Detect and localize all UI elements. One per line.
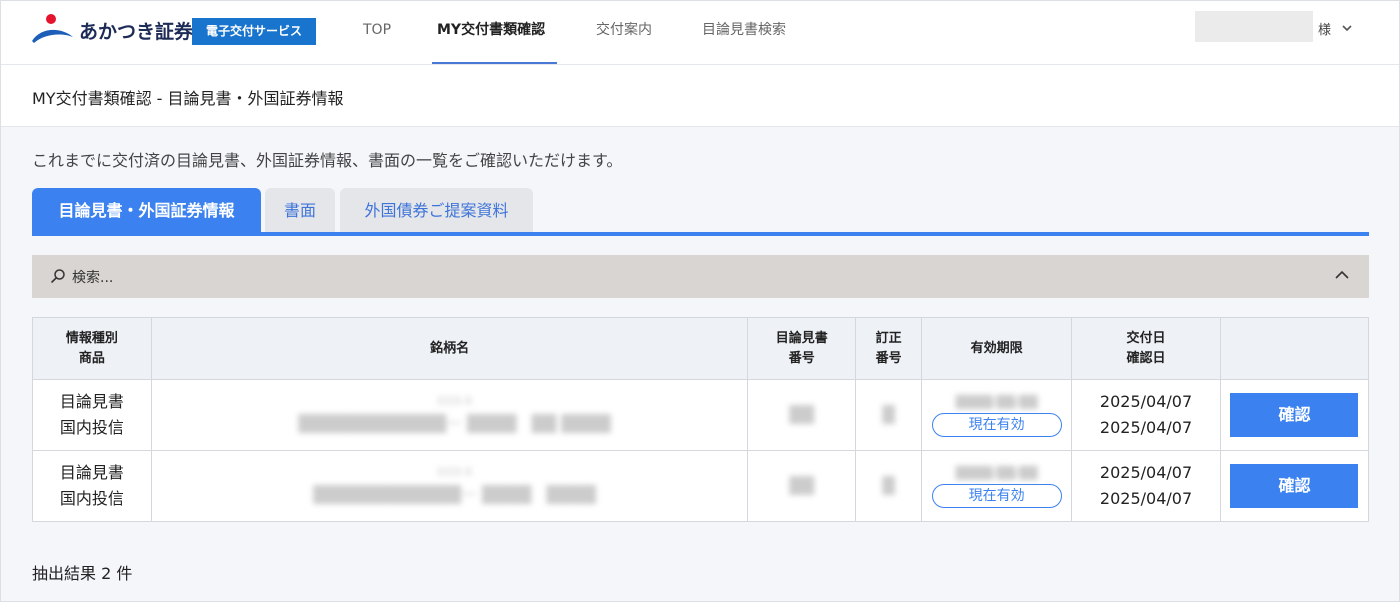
search-label: 検索... bbox=[72, 270, 114, 286]
header-revision-number: 訂正 番号 bbox=[855, 317, 923, 380]
cell-info-type: 目論見書 国内投信 bbox=[32, 450, 152, 522]
brand-name: あかつき証券 bbox=[79, 21, 194, 43]
cell-revision-number-redacted: █ bbox=[855, 450, 923, 522]
search-panel-toggle[interactable]: 検索... bbox=[32, 255, 1369, 298]
tab-foreign-bond-proposals[interactable]: 外国債券ご提案資料 bbox=[340, 188, 533, 233]
user-honorific: 様 bbox=[1318, 23, 1332, 38]
header-name: 銘柄名 bbox=[150, 317, 749, 380]
tab-documents[interactable]: 書面 bbox=[265, 188, 335, 233]
header-validity: 有効期限 bbox=[921, 317, 1073, 380]
cell-dates: 2025/04/07 2025/04/07 bbox=[1071, 379, 1221, 451]
cell-name-redacted: XXX-X ████████████ー ████ ██ ████ bbox=[150, 379, 749, 451]
page: あかつき証券 電子交付サービス TOP MY交付書類確認 交付案内 目論見書検索… bbox=[0, 0, 1400, 602]
cell-action: 確認 bbox=[1219, 450, 1370, 522]
confirm-button[interactable]: 確認 bbox=[1230, 464, 1359, 508]
results-table: 情報種別 商品 銘柄名 目論見書 番号 訂正 番号 有効期限 交付日 確認日 目論見書国… bbox=[32, 317, 1370, 522]
cell-action: 確認 bbox=[1219, 379, 1370, 451]
nav-prospectus-search[interactable]: 目論見書検索 bbox=[702, 1, 786, 65]
search-icon bbox=[51, 269, 65, 283]
page-intro: これまでに交付済の目論見書、外国証券情報、書面の一覧をご確認いただけます。 bbox=[32, 151, 623, 170]
nav-delivery-guide[interactable]: 交付案内 bbox=[596, 1, 652, 65]
header-info-type: 情報種別 商品 bbox=[32, 317, 152, 380]
service-badge: 電子交付サービス bbox=[192, 18, 316, 45]
cell-name-redacted: XXX-X ████████████ー ████ ████ bbox=[150, 450, 749, 522]
table-header-row: 情報種別 商品 銘柄名 目論見書 番号 訂正 番号 有効期限 交付日 確認日 bbox=[32, 317, 1370, 380]
table-row: 目論見書 国内投信 XXX-X ████████████ー ████ ████ █… bbox=[32, 450, 1370, 522]
page-title-bar: MY交付書類確認 - 目論見書・外国証券情報 bbox=[1, 65, 1399, 127]
chevron-down-icon[interactable] bbox=[1341, 23, 1353, 33]
page-title: MY交付書類確認 - 目論見書・外国証券情報 bbox=[32, 89, 344, 108]
header-dates: 交付日 確認日 bbox=[1071, 317, 1221, 380]
brand-emblem-icon bbox=[32, 14, 73, 43]
cell-dates: 2025/04/07 2025/04/07 bbox=[1071, 450, 1221, 522]
brand-logo[interactable]: あかつき証券 bbox=[31, 13, 194, 47]
status-badge: 現在有効 bbox=[931, 484, 1062, 508]
cell-revision-number-redacted: █ bbox=[855, 379, 923, 451]
chevron-up-icon[interactable] bbox=[1334, 269, 1350, 281]
header-action bbox=[1219, 317, 1370, 380]
tab-prospectus[interactable]: 目論見書・外国証券情報 bbox=[32, 188, 261, 233]
tab-underline bbox=[32, 232, 1369, 236]
cell-validity: ████/██/██ 現在有効 bbox=[921, 450, 1073, 522]
cell-doc-number-redacted: ██ bbox=[747, 379, 857, 451]
result-count: 抽出結果 2 件 bbox=[32, 564, 133, 583]
confirm-button[interactable]: 確認 bbox=[1230, 393, 1359, 437]
nav-active-indicator bbox=[432, 62, 557, 64]
header: あかつき証券 電子交付サービス TOP MY交付書類確認 交付案内 目論見書検索… bbox=[1, 1, 1399, 65]
header-doc-number: 目論見書 番号 bbox=[747, 317, 857, 380]
cell-validity: ████/██/██ 現在有効 bbox=[921, 379, 1073, 451]
table-row: 目論見書 国内投信 XXX-X ████████████ー ████ ██ ███… bbox=[32, 379, 1370, 451]
nav-top[interactable]: TOP bbox=[363, 1, 391, 65]
status-badge: 現在有効 bbox=[931, 413, 1062, 437]
cell-info-type: 目論見書 国内投信 bbox=[32, 379, 152, 451]
user-name-redacted bbox=[1195, 11, 1313, 42]
nav-my-documents[interactable]: MY交付書類確認 bbox=[437, 1, 545, 65]
cell-doc-number-redacted: ██ bbox=[747, 450, 857, 522]
